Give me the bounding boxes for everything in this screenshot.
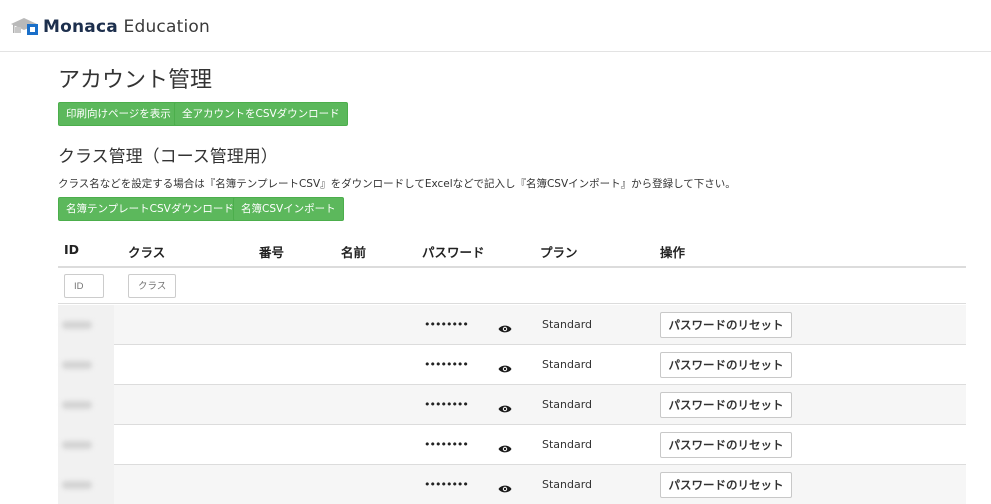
class-filter-input[interactable] (128, 274, 176, 298)
id-cell (58, 465, 114, 504)
redacted-id (62, 481, 92, 489)
password-value: •••••••• (424, 358, 469, 371)
password-value: •••••••• (424, 398, 469, 411)
id-cell (58, 345, 114, 385)
class-management-description: クラス名などを設定する場合は『名簿テンプレートCSV』をダウンロードしてExce… (58, 178, 736, 190)
table-row: •••••••• Standard パスワードのリセット (58, 305, 966, 345)
eye-icon[interactable] (498, 359, 512, 378)
eye-icon[interactable] (498, 399, 512, 418)
redacted-id (62, 321, 92, 329)
print-page-button[interactable]: 印刷向けページを表示 (58, 102, 179, 126)
header-plan[interactable]: プラン (540, 242, 578, 261)
header-class[interactable]: クラス (128, 242, 165, 261)
plan-value: Standard (542, 398, 593, 411)
brand-logo[interactable]: Monaca Education (9, 16, 210, 38)
header-number[interactable]: 番号 (259, 242, 284, 261)
download-all-csv-button[interactable]: 全アカウントをCSVダウンロード (174, 102, 348, 126)
graduation-cap-icon (9, 16, 39, 38)
top-bar: Monaca Education (0, 0, 991, 52)
reset-password-button[interactable]: パスワードのリセット (660, 312, 792, 338)
brand-name: Monaca Education (43, 17, 210, 37)
header-id[interactable]: ID (64, 242, 79, 257)
plan-value: Standard (542, 438, 593, 451)
password-value: •••••••• (424, 438, 469, 451)
header-action: 操作 (660, 245, 686, 260)
id-filter-input[interactable] (64, 274, 104, 298)
header-password: パスワード (422, 245, 485, 260)
eye-icon[interactable] (498, 439, 512, 458)
template-csv-download-button[interactable]: 名簿テンプレートCSVダウンロード (58, 197, 242, 221)
table-row: •••••••• Standard パスワードのリセット (58, 385, 966, 425)
plan-value: Standard (542, 358, 593, 371)
reset-password-button[interactable]: パスワードのリセット (660, 472, 792, 498)
redacted-id (62, 361, 92, 369)
header-name[interactable]: 名前 (341, 242, 366, 261)
password-value: •••••••• (424, 478, 469, 491)
table-row: •••••••• Standard パスワードのリセット (58, 465, 966, 504)
reset-password-button[interactable]: パスワードのリセット (660, 392, 792, 418)
filter-row (58, 268, 966, 304)
table-header: ID クラス 番号 名前 パスワード プラン 操作 (58, 232, 966, 268)
id-cell (58, 385, 114, 425)
reset-password-button[interactable]: パスワードのリセット (660, 432, 792, 458)
roster-csv-import-button[interactable]: 名簿CSVインポート (233, 197, 344, 221)
table-row: •••••••• Standard パスワードのリセット (58, 345, 966, 385)
table-row: •••••••• Standard パスワードのリセット (58, 425, 966, 465)
plan-value: Standard (542, 318, 593, 331)
class-management-title: クラス管理（コース管理用） (58, 147, 278, 167)
id-cell (58, 425, 114, 465)
redacted-id (62, 441, 92, 449)
password-value: •••••••• (424, 318, 469, 331)
plan-value: Standard (542, 478, 593, 491)
eye-icon[interactable] (498, 319, 512, 338)
page-title: アカウント管理 (58, 68, 213, 93)
reset-password-button[interactable]: パスワードのリセット (660, 352, 792, 378)
id-cell (58, 305, 114, 345)
redacted-id (62, 401, 92, 409)
eye-icon[interactable] (498, 479, 512, 498)
